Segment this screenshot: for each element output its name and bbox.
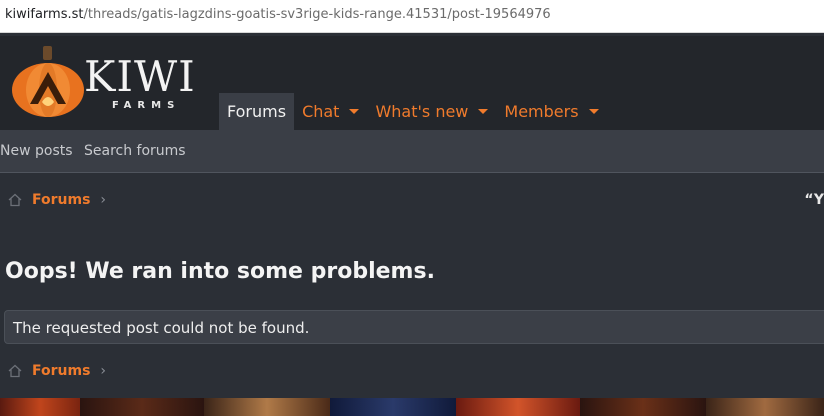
nav-tab-members[interactable]: Members	[496, 93, 606, 130]
logo-wordmark: KIWI	[84, 52, 196, 101]
breadcrumb-forums-link[interactable]: Forums	[32, 361, 90, 381]
logo-subtitle: FARMS	[112, 100, 181, 111]
site-header: KIWI FARMS Forums Chat What's new Member…	[0, 36, 824, 130]
quote-fragment: “Y	[804, 192, 824, 208]
banner-tile	[706, 398, 824, 416]
banner-tile	[0, 398, 80, 416]
chevron-right-icon: ›	[100, 192, 107, 208]
nav-tab-forums[interactable]: Forums	[219, 93, 295, 130]
banner-tile	[580, 398, 706, 416]
page-body: Forums › “Y Oops! We ran into some probl…	[0, 174, 824, 390]
banner-tile	[204, 398, 330, 416]
sub-navigation: New posts Search forums	[0, 130, 824, 173]
footer-banner-image	[0, 398, 824, 416]
home-icon[interactable]	[8, 364, 22, 378]
pumpkin-icon	[12, 46, 84, 117]
breadcrumb-bottom: Forums ›	[8, 361, 106, 381]
error-notice: The requested post could not be found.	[4, 310, 824, 344]
caret-down-icon[interactable]	[588, 109, 599, 114]
browser-address-bar[interactable]: kiwifarms.st/threads/gatis-lagzdins-goat…	[0, 0, 824, 33]
new-posts-link[interactable]: New posts	[0, 142, 73, 160]
error-title: Oops! We ran into some problems.	[5, 259, 435, 284]
home-icon[interactable]	[8, 193, 22, 207]
search-forums-link[interactable]: Search forums	[84, 142, 186, 160]
banner-tile	[456, 398, 580, 416]
url-text[interactable]: kiwifarms.st/threads/gatis-lagzdins-goat…	[5, 6, 551, 24]
nav-tab-label: Chat	[302, 102, 340, 121]
banner-tile	[330, 398, 456, 416]
nav-tab-label: Members	[504, 102, 579, 121]
breadcrumb-top: Forums ›	[8, 190, 106, 210]
nav-tab-label: What's new	[375, 102, 469, 121]
nav-tab-whats-new[interactable]: What's new	[367, 93, 496, 130]
breadcrumb-forums-link[interactable]: Forums	[32, 190, 90, 210]
error-message: The requested post could not be found.	[13, 319, 310, 337]
caret-down-icon[interactable]	[478, 109, 489, 114]
url-path: /threads/gatis-lagzdins-goatis-sv3rige-k…	[83, 7, 551, 22]
site-logo[interactable]: KIWI FARMS	[8, 42, 218, 118]
nav-tab-chat[interactable]: Chat	[294, 93, 367, 130]
chevron-right-icon: ›	[100, 363, 107, 379]
caret-down-icon[interactable]	[349, 109, 360, 114]
url-host: kiwifarms.st	[5, 7, 84, 22]
main-nav: Forums Chat What's new Members	[219, 93, 607, 130]
banner-tile	[80, 398, 204, 416]
nav-tab-label: Forums	[227, 102, 287, 121]
